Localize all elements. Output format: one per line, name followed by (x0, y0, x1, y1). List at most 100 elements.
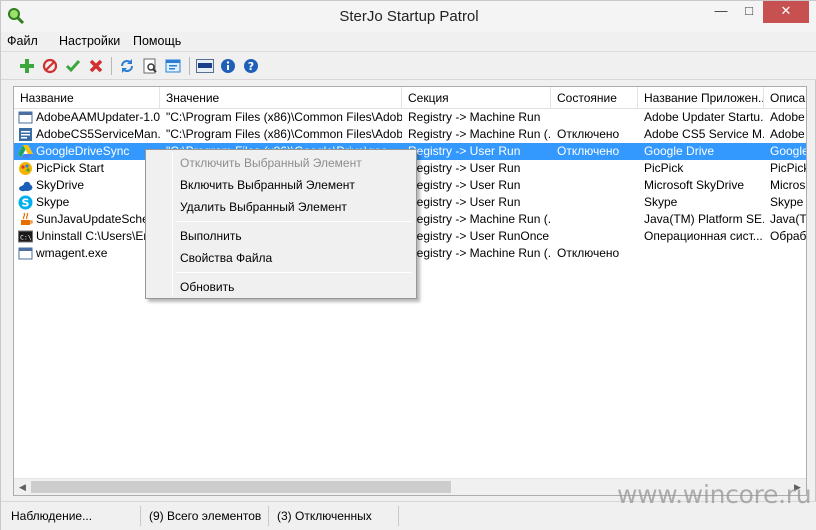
cell-state (551, 228, 638, 245)
context-menu: Отключить Выбранный Элемент Включить Выб… (145, 149, 417, 299)
status-disabled-count: (3) Отключенных (269, 506, 399, 526)
cell-state (551, 109, 638, 126)
window-icon (18, 247, 33, 260)
cell-name: wmagent.exe (36, 246, 108, 260)
svg-text:?: ? (248, 60, 254, 73)
cell-app-name: Adobe CS5 Service M... (644, 127, 764, 141)
list-header: Название Значение Секция Состояние Назва… (14, 87, 806, 109)
column-header-description[interactable]: Описан (764, 87, 806, 109)
cell-description: Skype (770, 195, 804, 209)
cell-description: Google (770, 144, 807, 158)
table-row[interactable]: AdobeCS5ServiceMan... "C:\Program Files (… (14, 126, 806, 143)
column-header-state[interactable]: Состояние (551, 87, 638, 109)
table-row[interactable]: AdobeAAMUpdater-1.0 "C:\Program Files (x8… (14, 109, 806, 126)
cell-app-name: Java(TM) Platform SE... (644, 212, 764, 226)
cell-description: Adobe (770, 127, 805, 141)
cell-state (551, 177, 638, 194)
cell-name: SunJavaUpdateSched (36, 212, 156, 226)
picpick-icon (19, 162, 32, 175)
cell-section: Registry -> User Run (408, 161, 521, 175)
run-icon[interactable] (163, 56, 183, 76)
column-header-name[interactable]: Название (14, 87, 160, 109)
status-empty-pane (399, 506, 799, 526)
cell-app-name: PicPick (644, 161, 684, 175)
cell-name: SkyDrive (36, 178, 85, 192)
cell-app-name: Microsoft SkyDrive (644, 178, 745, 192)
ctx-run-item[interactable]: Выполнить (180, 226, 242, 246)
cell-section: Registry -> Machine Run (408, 110, 541, 124)
cell-description: PicPick (770, 161, 807, 175)
ctx-enable-item[interactable]: Включить Выбранный Элемент (180, 175, 355, 195)
cell-app-name: Skype (644, 195, 678, 209)
column-header-value[interactable]: Значение (160, 87, 402, 109)
maximize-button[interactable]: □ (735, 1, 763, 23)
svg-text:S: S (22, 197, 30, 210)
cell-app-name: Adobe Updater Startu... (644, 110, 764, 124)
cell-section: Registry -> User Run (408, 178, 521, 192)
ctx-delete-item[interactable]: Удалить Выбранный Элемент (180, 197, 347, 217)
menu-file[interactable]: Файл (7, 34, 38, 48)
close-button[interactable]: ✕ (763, 1, 809, 23)
cell-description: Micros (770, 178, 806, 192)
cell-description (764, 245, 806, 262)
cell-app-name: Операционная сист... (644, 229, 763, 243)
window-icon (18, 111, 33, 124)
cell-app-name: Google Drive (644, 144, 715, 158)
ctx-properties-item[interactable]: Свойства Файла (180, 248, 272, 268)
adobe-service-icon (19, 128, 32, 141)
status-monitoring: Наблюдение... (3, 506, 141, 526)
menu-settings[interactable]: Настройки (59, 34, 120, 48)
cell-description: Обрабо (770, 229, 807, 243)
cell-name: AdobeCS5ServiceMan... (36, 127, 160, 141)
skype-icon: S (18, 195, 33, 210)
minimize-button[interactable]: — (707, 1, 735, 23)
donate-icon[interactable] (195, 56, 215, 76)
menu-bar: Файл Настройки Помощь (1, 32, 816, 52)
properties-icon[interactable] (140, 56, 160, 76)
watermark-text: www.wincore.ru (617, 480, 812, 509)
info-icon[interactable] (218, 56, 238, 76)
cell-state (551, 211, 638, 228)
context-menu-gutter (172, 152, 173, 296)
cell-name: AdobeAAMUpdater-1.0 (36, 110, 160, 124)
cell-section: Registry -> Machine Run (... (408, 127, 551, 141)
cell-value: "C:\Program Files (x86)\Common Files\Ado… (166, 127, 402, 141)
svg-text:C:\: C:\ (20, 234, 32, 242)
column-header-app-name[interactable]: Название Приложен... (638, 87, 764, 109)
cell-name: Skype (36, 195, 70, 209)
cell-section: Registry -> Machine Run (... (408, 246, 551, 260)
cell-state (551, 160, 638, 177)
google-drive-icon (18, 145, 33, 158)
column-header-section[interactable]: Секция (402, 87, 551, 109)
app-window: SterJo Startup Patrol — □ ✕ Файл Настрой… (0, 0, 816, 530)
scroll-left-icon[interactable]: ◀ (14, 479, 31, 495)
ctx-disable-item: Отключить Выбранный Элемент (180, 156, 362, 170)
disable-icon[interactable] (40, 56, 60, 76)
cell-name: GoogleDriveSync (36, 144, 130, 158)
cell-state (551, 194, 638, 211)
cell-value: "C:\Program Files (x86)\Common Files\Ado… (166, 110, 402, 124)
add-icon[interactable] (17, 56, 37, 76)
cell-section: Registry -> Machine Run (... (408, 212, 551, 226)
ctx-separator (176, 221, 412, 222)
cell-description: Adobe (770, 110, 805, 124)
skydrive-icon (19, 181, 33, 192)
cell-section: Registry -> User Run (408, 144, 521, 158)
scrollbar-thumb[interactable] (31, 481, 451, 493)
toolbar: ? (1, 52, 816, 80)
java-icon (21, 212, 33, 225)
cell-app-name (638, 245, 764, 262)
delete-icon[interactable] (86, 56, 106, 76)
title-bar[interactable]: SterJo Startup Patrol — □ ✕ (1, 1, 816, 32)
ctx-refresh-item[interactable]: Обновить (180, 277, 234, 297)
refresh-icon[interactable] (117, 56, 137, 76)
console-icon: C:\ (18, 230, 33, 243)
window-title: SterJo Startup Patrol (339, 8, 479, 25)
cell-section: Registry -> User RunOnce (408, 229, 550, 243)
ctx-separator (176, 272, 412, 273)
help-icon[interactable]: ? (241, 56, 261, 76)
status-total-count: (9) Всего элементов (141, 506, 269, 526)
menu-help[interactable]: Помощь (133, 34, 181, 48)
cell-name: PicPick Start (36, 161, 105, 175)
enable-icon[interactable] (63, 56, 83, 76)
